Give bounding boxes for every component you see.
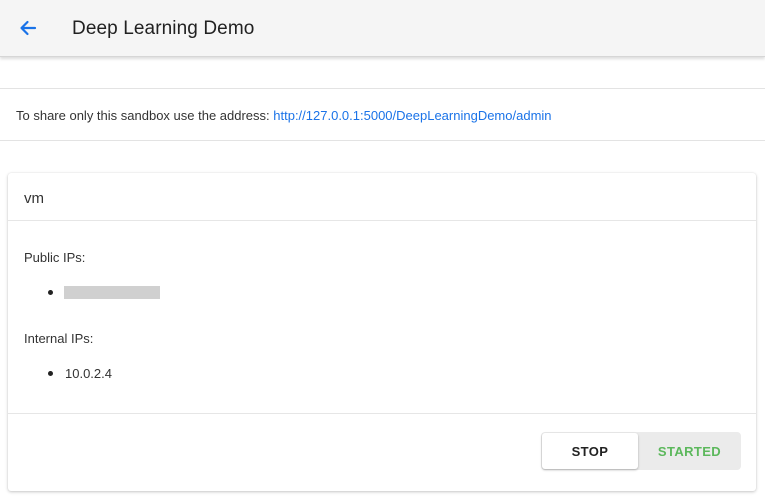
card-divider <box>8 220 756 221</box>
started-button[interactable]: STARTED <box>639 433 740 469</box>
vm-card: vm Public IPs: Internal IPs: 10.0.2.4 ST… <box>8 173 756 491</box>
divider <box>0 140 765 141</box>
internal-ip: 10.0.2.4 <box>65 366 112 381</box>
share-text: To share only this sandbox use the addre… <box>16 108 274 123</box>
app-bar: Deep Learning Demo <box>0 0 765 57</box>
stop-button[interactable]: STOP <box>542 433 638 469</box>
list-bullet <box>48 290 53 295</box>
list-bullet <box>48 371 53 376</box>
public-ips-label: Public IPs: <box>24 250 86 265</box>
arrow-left-icon <box>20 20 37 36</box>
card-divider <box>8 413 756 414</box>
divider <box>0 88 765 89</box>
share-info: To share only this sandbox use the addre… <box>16 106 552 126</box>
page-title: Deep Learning Demo <box>72 18 255 39</box>
back-button[interactable] <box>14 14 42 42</box>
vm-state-toggle: STOP STARTED <box>541 432 741 470</box>
public-ip-masked <box>64 286 160 299</box>
vm-name: vm <box>24 190 44 207</box>
internal-ips-label: Internal IPs: <box>24 331 94 346</box>
share-link[interactable]: http://127.0.0.1:5000/DeepLearningDemo/a… <box>273 108 551 123</box>
